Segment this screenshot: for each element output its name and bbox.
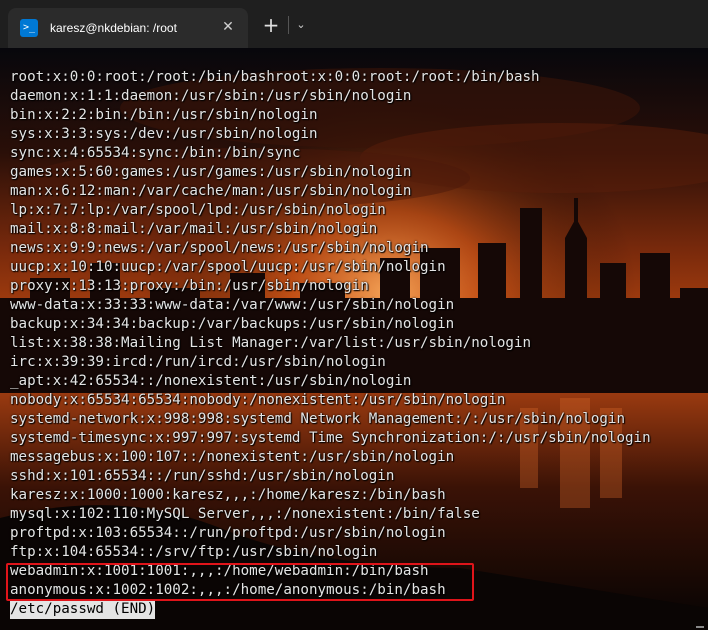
terminal-line: bin:x:2:2:bin:/bin:/usr/sbin/nologin: [10, 107, 318, 123]
terminal-line: games:x:5:60:games:/usr/games:/usr/sbin/…: [10, 164, 412, 180]
terminal-lines: root:x:0:0:root:/root:/bin/bashroot:x:0:…: [10, 68, 651, 619]
terminal-line: sys:x:3:3:sys:/dev:/usr/sbin/nologin: [10, 126, 318, 142]
terminal-line: man:x:6:12:man:/var/cache/man:/usr/sbin/…: [10, 183, 412, 199]
chevron-down-icon[interactable]: ⌄: [293, 15, 309, 35]
highlight-box: [6, 563, 474, 601]
pager-status: /etc/passwd (END): [10, 600, 156, 619]
terminal-line: news:x:9:9:news:/var/spool/news:/usr/sbi…: [10, 240, 429, 256]
terminal-line: backup:x:34:34:backup:/var/backups:/usr/…: [10, 316, 455, 332]
terminal-line: sshd:x:101:65534::/run/sshd:/usr/sbin/no…: [10, 468, 395, 484]
terminal-line: _apt:x:42:65534::/nonexistent:/usr/sbin/…: [10, 373, 412, 389]
terminal-line: sync:x:4:65534:sync:/bin:/bin/sync: [10, 145, 301, 161]
terminal-line: ftp:x:104:65534::/srv/ftp:/usr/sbin/nolo…: [10, 544, 378, 560]
terminal-window: >_ karesz@nkdebian: /root ✕ + ⌄ root:x:0…: [0, 0, 708, 630]
terminal-line: proftpd:x:103:65534::/run/proftpd:/usr/s…: [10, 525, 446, 541]
terminal-line: messagebus:x:100:107::/nonexistent:/usr/…: [10, 449, 455, 465]
terminal-output[interactable]: root:x:0:0:root:/root:/bin/bashroot:x:0:…: [0, 48, 708, 630]
tab-title: karesz@nkdebian: /root: [50, 21, 177, 35]
terminal-line: mysql:x:102:110:MySQL Server,,,:/nonexis…: [10, 506, 480, 522]
terminal-icon: >_: [20, 19, 38, 37]
terminal-line: lp:x:7:7:lp:/var/spool/lpd:/usr/sbin/nol…: [10, 202, 386, 218]
terminal-line: uucp:x:10:10:uucp:/var/spool/uucp:/usr/s…: [10, 259, 446, 275]
terminal-line: root:x:0:0:root:/root:/bin/bashroot:x:0:…: [10, 69, 540, 85]
terminal-line: mail:x:8:8:mail:/var/mail:/usr/sbin/nolo…: [10, 221, 378, 237]
tab-separator: [288, 16, 289, 34]
terminal-line: nobody:x:65534:65534:nobody:/nonexistent…: [10, 392, 506, 408]
tab-bar: >_ karesz@nkdebian: /root ✕ + ⌄: [0, 0, 708, 49]
tab-terminal[interactable]: >_ karesz@nkdebian: /root ✕: [8, 8, 248, 48]
terminal-line: daemon:x:1:1:daemon:/usr/sbin:/usr/sbin/…: [10, 88, 412, 104]
terminal-line: list:x:38:38:Mailing List Manager:/var/l…: [10, 335, 532, 351]
terminal-line: www-data:x:33:33:www-data:/var/www:/usr/…: [10, 297, 455, 313]
terminal-line: systemd-timesync:x:997:997:systemd Time …: [10, 430, 651, 446]
scrollbar[interactable]: [696, 626, 704, 628]
close-icon[interactable]: ✕: [220, 19, 236, 35]
terminal-line: irc:x:39:39:ircd:/run/ircd:/usr/sbin/nol…: [10, 354, 386, 370]
new-tab-button[interactable]: +: [260, 14, 282, 36]
terminal-line: proxy:x:13:13:proxy:/bin:/usr/sbin/nolog…: [10, 278, 369, 294]
terminal-line: karesz:x:1000:1000:karesz,,,:/home/kares…: [10, 487, 446, 503]
pager-status-line: /etc/passwd (END): [10, 600, 651, 619]
terminal-line: systemd-network:x:998:998:systemd Networ…: [10, 411, 625, 427]
